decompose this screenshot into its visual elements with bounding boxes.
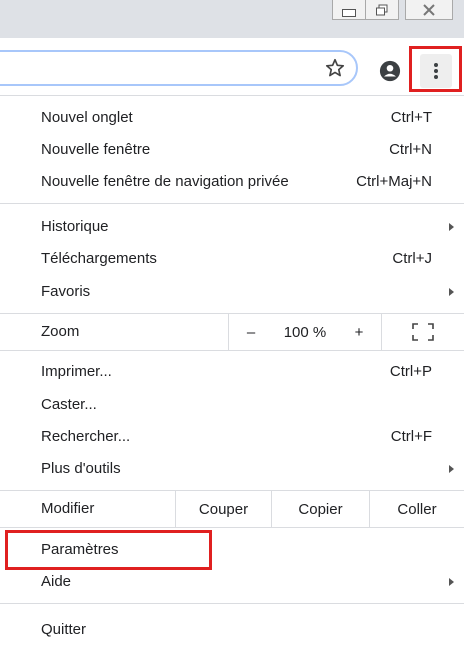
menu-item-new-window[interactable]: Nouvelle fenêtre Ctrl+N [0,134,464,166]
separator [0,527,464,528]
menu-item-label: Favoris [41,283,91,300]
zoom-label: Zoom [41,323,80,340]
menu-item-settings[interactable]: Paramètres [0,534,464,566]
menu-item-bookmarks[interactable]: Favoris [0,276,464,308]
menu-item-shortcut: Ctrl+T [390,109,432,126]
title-bar [0,0,464,38]
menu-item-new-incognito-window[interactable]: Nouvelle fenêtre de navigation privée Ct… [0,166,464,198]
menu-item-label: Nouvelle fenêtre de navigation privée [41,173,289,190]
restore-button[interactable] [365,0,399,20]
menu-item-print[interactable]: Imprimer... Ctrl+P [0,356,464,388]
menu-item-more-tools[interactable]: Plus d'outils [0,453,464,485]
menu-item-shortcut: Ctrl+F [390,428,432,445]
paste-label: Coller [397,500,437,518]
zoom-plus-label: + [354,323,364,341]
menu-button[interactable] [420,54,452,88]
chrome-menu: Nouvel onglet Ctrl+T Nouvelle fenêtre Ct… [0,96,464,648]
submenu-arrow-icon [449,465,454,473]
cut-label: Couper [198,500,249,518]
edit-row: Modifier Couper Copier Coller [0,491,464,527]
separator [0,203,464,204]
menu-item-cast[interactable]: Caster... [0,389,464,421]
menu-item-quit[interactable]: Quitter [0,614,464,646]
zoom-value: 100 % [273,314,337,350]
separator [0,350,464,351]
close-icon [423,3,435,16]
menu-item-label: Nouvel onglet [41,109,133,126]
zoom-row: Zoom – 100 % + [0,314,464,350]
star-icon[interactable] [324,57,346,79]
menu-item-history[interactable]: Historique [0,211,464,243]
menu-item-label: Caster... [41,396,97,413]
restore-icon [376,4,388,15]
three-dots-icon [434,63,438,79]
menu-item-label: Nouvelle fenêtre [41,141,151,158]
cut-button[interactable]: Couper [175,491,271,527]
submenu-arrow-icon [449,288,454,296]
menu-item-shortcut: Ctrl+J [392,250,432,267]
menu-item-shortcut: Ctrl+N [389,141,432,158]
minimize-icon [342,8,356,17]
menu-item-shortcut: Ctrl+Maj+N [356,173,432,190]
submenu-arrow-icon [449,223,454,231]
account-icon[interactable] [379,60,401,82]
zoom-percent: 100 % [283,323,327,341]
fullscreen-icon [412,323,434,341]
paste-button[interactable]: Coller [369,491,464,527]
menu-item-label: Paramètres [41,541,119,558]
zoom-in-button[interactable]: + [337,314,381,350]
copy-button[interactable]: Copier [271,491,369,527]
browser-toolbar [0,38,464,96]
address-bar[interactable] [0,50,358,86]
menu-item-shortcut: Ctrl+P [389,363,432,380]
menu-item-find[interactable]: Rechercher... Ctrl+F [0,421,464,453]
menu-item-label: Plus d'outils [41,460,121,477]
menu-item-label: Quitter [41,621,87,638]
separator [0,603,464,604]
zoom-minus-label: – [246,323,256,341]
close-button[interactable] [405,0,453,20]
menu-item-label: Imprimer... [41,363,112,380]
menu-item-new-tab[interactable]: Nouvel onglet Ctrl+T [0,102,464,134]
submenu-arrow-icon [449,578,454,586]
menu-item-downloads[interactable]: Téléchargements Ctrl+J [0,243,464,275]
zoom-out-button[interactable]: – [228,314,273,350]
fullscreen-button[interactable] [381,314,464,350]
menu-item-label: Rechercher... [41,428,131,445]
menu-item-label: Historique [41,218,109,235]
menu-item-help[interactable]: Aide [0,566,464,598]
edit-label: Modifier [41,500,95,517]
copy-label: Copier [298,500,343,518]
menu-item-label: Téléchargements [41,250,157,267]
menu-item-label: Aide [41,573,72,590]
minimize-button[interactable] [332,0,366,20]
